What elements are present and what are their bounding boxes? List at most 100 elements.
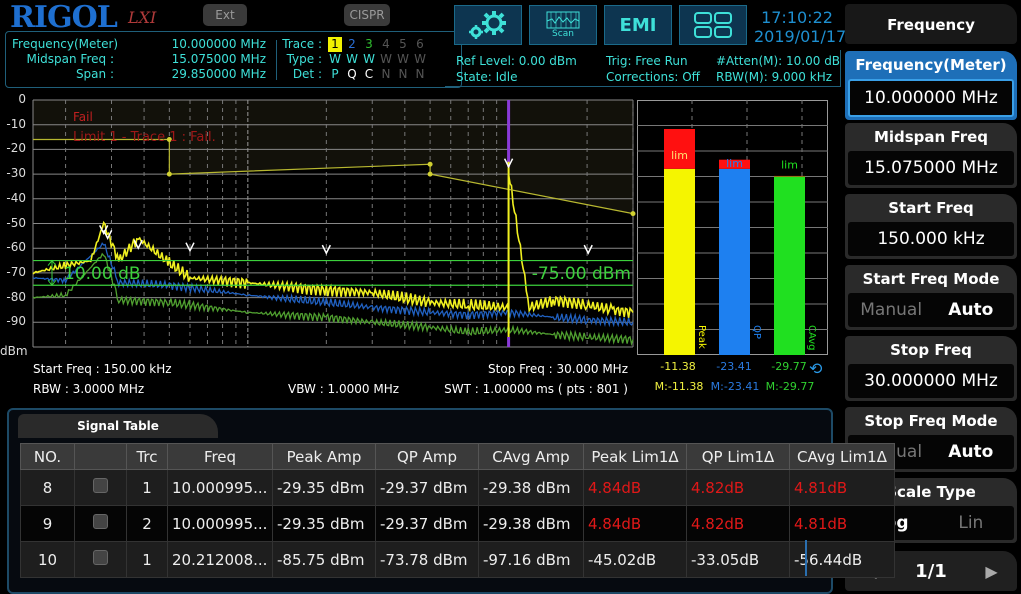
trace-type: W (346, 52, 358, 66)
y-tick-label: 0 (18, 92, 26, 106)
row-checkbox[interactable] (93, 514, 108, 529)
table-row[interactable]: 9 2 10.000995... -29.35 dBm -29.37 dBm -29.38… (20, 505, 895, 542)
y-tick-label: -10 (6, 116, 26, 131)
meter-value-qp: -23.41 (716, 360, 752, 373)
softkey-value[interactable]: ManualAuto (848, 293, 1014, 327)
trace-number: 3 (365, 37, 373, 51)
softkey-label: Start Freq Mode (862, 270, 1000, 288)
rigol-logo: RIGOL (10, 0, 118, 35)
trace-column[interactable]: 5WN (396, 37, 410, 82)
trace-label: Trace : (282, 37, 322, 51)
state: State: Idle (456, 70, 518, 84)
det-label: Det : (292, 67, 322, 81)
option-auto[interactable]: Auto (931, 435, 1011, 469)
row-checkbox[interactable] (93, 478, 108, 493)
row-trace: 1 (126, 469, 168, 506)
signal-table-tab[interactable]: Signal Table (18, 414, 218, 438)
type-label: Type : (286, 52, 322, 66)
meter-value-peak: -11.38 (660, 360, 696, 373)
threshold-label: -75.00 dBm (532, 264, 631, 284)
trace-type: W (414, 52, 426, 66)
table-scrollbar[interactable] (805, 540, 807, 576)
meter-limit-label: lim (726, 157, 743, 170)
column-header[interactable]: CAvg Amp (478, 443, 584, 470)
trace-column[interactable]: 1WP (328, 37, 342, 82)
fail-text: Fail (73, 110, 93, 124)
softkey-start-freq-mode[interactable]: Start Freq Mode Manual Auto (845, 265, 1017, 330)
row-number: 10 (20, 541, 75, 578)
row-checkbox-cell (74, 469, 127, 506)
meter-limit-label: lim (671, 149, 688, 162)
row-qp-delta: 4.82dB (686, 469, 790, 506)
trace-number: 4 (382, 37, 390, 51)
column-header[interactable]: Peak Amp (272, 443, 376, 470)
next-page-icon[interactable]: ▶ (985, 562, 997, 581)
swt-caption: SWT : 1.00000 ms ( pts : 801 ) (444, 382, 628, 396)
stop-freq-caption: Stop Freq : 30.000 MHz (488, 362, 628, 376)
trace-type: W (380, 52, 392, 66)
row-number: 9 (20, 505, 75, 542)
refresh-icon[interactable]: ⟲ (809, 359, 822, 378)
option-lin[interactable]: Lin (931, 506, 1011, 540)
trace-type: W (329, 52, 341, 66)
trace-column[interactable]: 2WQ (345, 37, 359, 82)
row-number: 8 (20, 469, 75, 506)
scan-button[interactable]: Scan (529, 5, 597, 45)
scan-icon (546, 11, 580, 29)
freq-meter-value: 10.000000 MHz (171, 37, 266, 51)
row-freq: 10.000995... (167, 505, 273, 542)
trace-column[interactable]: 3WC (362, 37, 376, 82)
clock-date: 2019/01/17 (754, 27, 847, 46)
cispr-button[interactable]: CISPR (344, 4, 390, 26)
column-header[interactable]: Peak Lim1Δ (583, 443, 687, 470)
column-header[interactable]: NO. (20, 443, 75, 470)
y-tick-label: -90 (6, 314, 26, 329)
column-header[interactable] (74, 443, 127, 470)
marker-icon[interactable] (583, 244, 593, 255)
y-tick-label: -70 (6, 264, 26, 279)
emi-button[interactable]: EMI (604, 5, 672, 45)
softkey-midspan-freq[interactable]: Midspan Freq 15.075000 MHz (845, 123, 1017, 188)
column-header[interactable]: CAvg Lim1Δ (789, 443, 895, 470)
spectrum-chart[interactable]: 10.00 dB -75.00 dBm Fail Limit 1 - Trace 1 … (0, 95, 640, 357)
midspan-value: 15.075000 MHz (171, 52, 266, 66)
option-manual[interactable]: Manual (851, 293, 931, 327)
trace-detector: P (331, 67, 339, 81)
meter-max-cavg: M:-29.77 (765, 380, 815, 393)
softkey-value[interactable]: 10.000000 MHz (848, 79, 1014, 117)
option-auto[interactable]: Auto (931, 293, 1011, 327)
trace-number: 2 (348, 37, 356, 51)
delta-label: 10.00 dB (64, 264, 141, 284)
rbw-meter: RBW(M): 9.000 kHz (716, 70, 833, 84)
settings-button[interactable] (454, 5, 522, 45)
meter-bar-qp (719, 168, 750, 355)
softkey-value[interactable]: 30.000000 MHz (848, 364, 1014, 398)
column-header[interactable]: Trc (126, 443, 168, 470)
row-checkbox[interactable] (93, 550, 108, 565)
layout-button[interactable] (679, 5, 747, 45)
row-cavg-delta: 4.81dB (789, 505, 895, 542)
trace-type: W (397, 52, 409, 66)
y-unit-label: dBm (0, 344, 28, 358)
row-peak-amp: -29.35 dBm (272, 505, 376, 542)
trace-detector: C (364, 67, 374, 81)
softkey-value[interactable]: 15.075000 MHz (848, 151, 1014, 185)
column-header[interactable]: Freq (167, 443, 273, 470)
softkey-value[interactable]: 150.000 kHz (848, 222, 1014, 256)
limit-point (427, 161, 433, 167)
column-header[interactable]: QP Amp (375, 443, 479, 470)
limit-point (427, 171, 433, 177)
table-row[interactable]: 8 1 10.000995... -29.35 dBm -29.37 dBm -29.38… (20, 469, 895, 506)
softkey-stop-freq[interactable]: Stop Freq 30.000000 MHz (845, 336, 1017, 401)
row-trace: 2 (126, 505, 168, 542)
ext-button[interactable]: Ext (203, 4, 247, 26)
row-peak-amp: -29.35 dBm (272, 469, 376, 506)
trace-column[interactable]: 6WN (413, 37, 427, 82)
table-row[interactable]: 10 1 20.212008... -85.75 dBm -73.78 dBm -97.1… (20, 541, 895, 578)
softkey-start-freq[interactable]: Start Freq 150.000 kHz (845, 194, 1017, 259)
trace-column[interactable]: 4WN (379, 37, 393, 82)
y-tick-label: -30 (6, 166, 26, 181)
column-header[interactable]: QP Lim1Δ (686, 443, 790, 470)
grid-layout-icon (694, 12, 732, 38)
softkey-frequency-meter[interactable]: Frequency(Meter) 10.000000 MHz (845, 51, 1017, 120)
